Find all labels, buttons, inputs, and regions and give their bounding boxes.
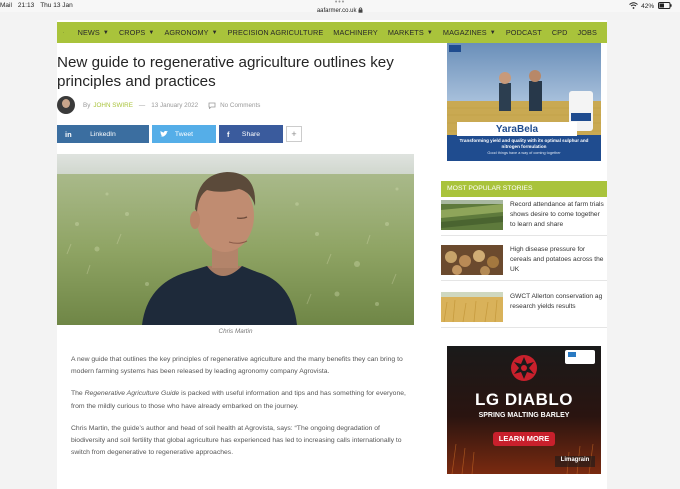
linkedin-label: LinkedIn: [90, 130, 116, 138]
address-bar[interactable]: aafarmer.co.uk: [0, 7, 680, 14]
article-headline: New guide to regenerative agriculture ou…: [57, 54, 394, 90]
publish-date: 13 January 2022: [151, 101, 199, 109]
yarabela-ad[interactable]: YaraBela Transforming yield and quality …: [447, 43, 601, 161]
comments-link[interactable]: No Comments: [208, 102, 260, 109]
nav-markets-label: Markets: [387, 28, 424, 37]
chevron-down-icon: ▼: [489, 29, 496, 36]
facebook-label: Share: [241, 130, 261, 138]
lg-diablo-ad[interactable]: LG DIABLO SPRING MALTING BARLEY LEARN MO…: [447, 346, 601, 474]
comment-icon: [208, 102, 216, 109]
twitter-icon: [160, 130, 168, 137]
comments-label: No Comments: [220, 101, 261, 109]
nav-jobs[interactable]: Jobs: [578, 28, 597, 37]
nav-machinery[interactable]: Machinery: [333, 28, 378, 37]
yarabela-tagline: Transforming yield and quality with its …: [459, 138, 589, 149]
chevron-down-icon: ▼: [211, 29, 218, 36]
nav-precision-agriculture[interactable]: Precision Agriculture: [228, 28, 324, 37]
chevron-down-icon: ▼: [102, 29, 109, 36]
story-title: Record attendance at farm trials shows d…: [510, 201, 604, 228]
page-content: News ▼ Crops ▼ Agronomy ▼ Precision Agricul…: [57, 20, 607, 489]
nav-podcast-label: Podcast: [505, 28, 542, 37]
field-portrait-image: [57, 154, 414, 325]
linkedin-share-button[interactable]: in LinkedIn: [57, 125, 149, 143]
nav-jobs-label: Jobs: [577, 28, 597, 37]
popular-story[interactable]: Record attendance at farm trials shows d…: [441, 200, 607, 236]
lock-icon: [358, 7, 363, 13]
lg-diablo-title: LG DIABLO: [475, 390, 573, 409]
yarabela-brand: YaraBela: [495, 124, 539, 135]
nav-news-label: News: [77, 28, 100, 37]
story-thumbnail: [441, 245, 503, 275]
story-title: High disease pressure for cereals and po…: [510, 246, 604, 273]
facebook-share-button[interactable]: f Share: [219, 125, 283, 143]
paragraph: The Regenerative Agriculture Guide is pa…: [71, 388, 406, 412]
paragraph: A new guide that outlines the key princi…: [71, 356, 403, 376]
photo-caption: Chris Martin: [218, 328, 253, 335]
more-share-button[interactable]: +: [286, 126, 302, 142]
main-nav: News ▼ Crops ▼ Agronomy ▼ Precision Agricul…: [57, 22, 607, 43]
lg-diablo-ad-image: [447, 346, 601, 474]
article-photo: [57, 154, 414, 325]
linkedin-icon: in: [65, 129, 72, 139]
story-thumbnail: [441, 292, 503, 322]
guide-title: Regenerative Agriculture Guide: [84, 390, 180, 398]
nav-news[interactable]: News ▼: [78, 28, 109, 37]
learn-more-button[interactable]: LEARN MORE: [493, 432, 555, 446]
nav-precision-label: Precision Agriculture: [227, 28, 324, 37]
limagrain-logo: Limagrain: [560, 457, 590, 463]
nav-cpd-label: CPD: [551, 28, 568, 37]
nav-machinery-label: Machinery: [333, 28, 378, 37]
home-icon[interactable]: [63, 28, 64, 37]
nav-magazines-label: Magazines: [442, 28, 487, 37]
story-title: GWCT Allerton conservation ag research y…: [510, 293, 603, 310]
author-link[interactable]: JOHN SWIRE: [93, 102, 133, 109]
article-body: A new guide that outlines the key princi…: [71, 354, 406, 469]
story-thumbnail: [441, 200, 503, 230]
nav-cpd[interactable]: CPD: [552, 28, 568, 37]
byline: By JOHN SWIRE — 13 January 2022 No Comme…: [57, 96, 260, 114]
url-text: aafarmer.co.uk: [316, 8, 357, 14]
chevron-down-icon: ▼: [426, 29, 433, 36]
nav-agronomy-label: Agronomy: [164, 28, 209, 37]
nav-markets[interactable]: Markets ▼: [388, 28, 433, 37]
nav-podcast[interactable]: Podcast: [506, 28, 542, 37]
share-bar: in LinkedIn Tweet f Share +: [57, 125, 305, 143]
yarabela-subline: Good things have a way of coming togethe…: [487, 151, 561, 155]
popular-story[interactable]: High disease pressure for cereals and po…: [441, 245, 607, 281]
chevron-down-icon: ▼: [148, 29, 155, 36]
nav-agronomy[interactable]: Agronomy ▼: [164, 28, 217, 37]
tab-dots-icon: •••: [334, 0, 346, 6]
facebook-icon: f: [227, 129, 230, 139]
paragraph-prefix: The: [71, 390, 85, 398]
nav-crops[interactable]: Crops ▼: [119, 28, 155, 37]
most-popular-heading: Most Popular Stories: [441, 181, 607, 197]
by-label: By: [83, 101, 91, 109]
nav-magazines[interactable]: Magazines ▼: [443, 28, 496, 37]
author-avatar: [57, 96, 75, 114]
lg-diablo-subtitle: SPRING MALTING BARLEY: [478, 412, 570, 419]
byline-separator: —: [138, 101, 146, 109]
twitter-label: Tweet: [174, 130, 194, 138]
paragraph: Chris Martin, the guide’s author and hea…: [71, 424, 402, 457]
nav-crops-label: Crops: [118, 28, 146, 37]
twitter-share-button[interactable]: Tweet: [152, 125, 216, 143]
popular-story[interactable]: GWCT Allerton conservation ag research y…: [441, 292, 607, 328]
